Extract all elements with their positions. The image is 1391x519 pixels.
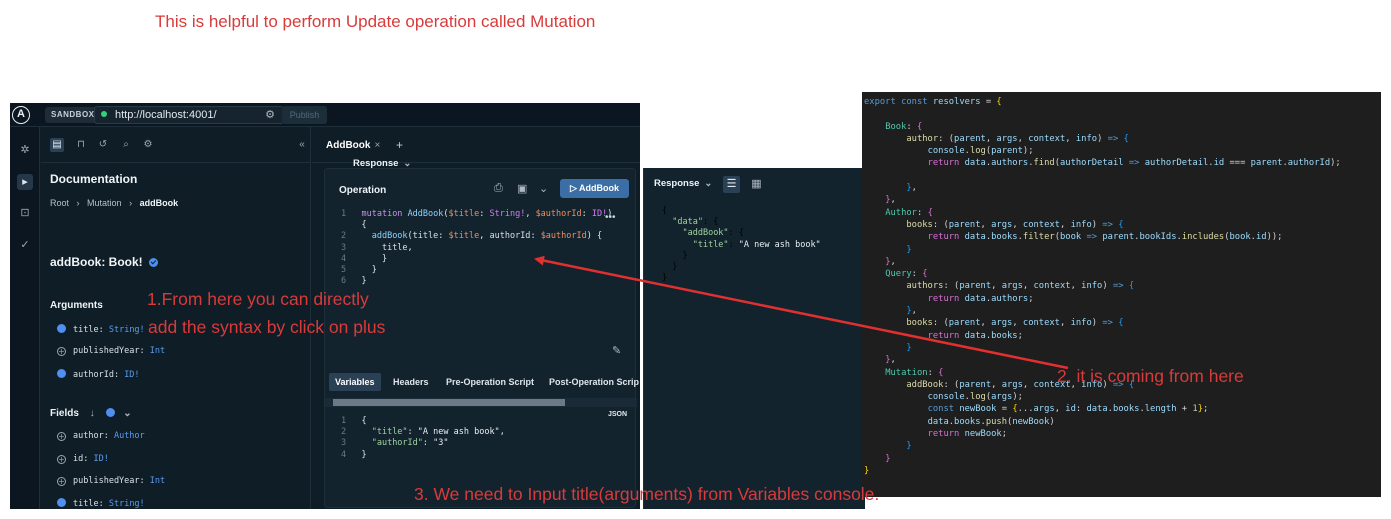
arrow-line [534, 255, 1069, 370]
annotation-arrow [534, 255, 1069, 370]
